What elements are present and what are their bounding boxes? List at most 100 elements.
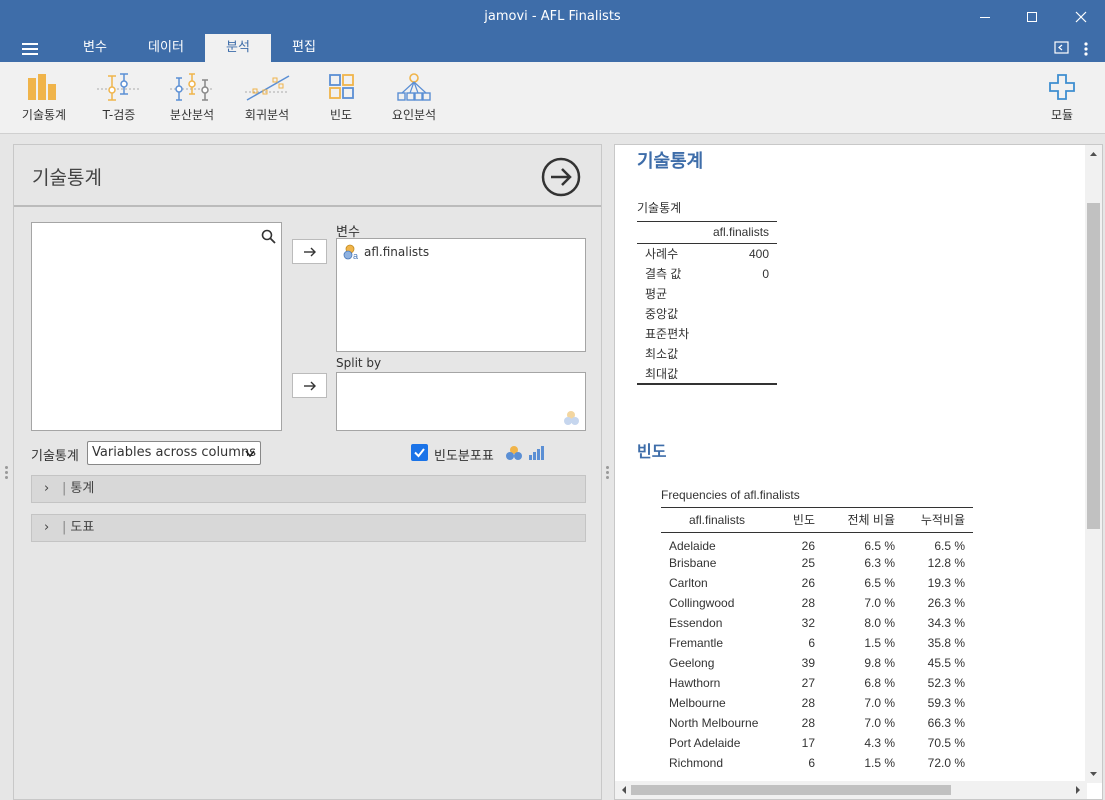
more-options-icon[interactable] <box>1083 41 1089 60</box>
value-cell: 4.3 % <box>864 736 895 750</box>
horizontal-scrollbar[interactable] <box>615 781 1087 799</box>
tab-edit[interactable]: 편집 <box>276 34 332 62</box>
table-row: 중앙값 <box>637 304 777 324</box>
ribbon-label: 기술통계 <box>21 108 67 122</box>
frequency-tables-checkbox[interactable] <box>411 444 428 461</box>
arrow-right-circle-icon <box>541 157 581 197</box>
table-row: Fremantle 6 1.5 % 35.8 % <box>661 633 973 653</box>
menu-icon[interactable] <box>22 43 38 55</box>
value-cell: 6.3 % <box>864 556 895 570</box>
ribbon-ttest[interactable]: T-검증 <box>95 72 143 123</box>
scroll-down-icon[interactable] <box>1085 768 1102 780</box>
table-row: Richmond 6 1.5 % 72.0 % <box>661 753 973 773</box>
minimize-button[interactable] <box>961 0 1009 34</box>
plots-section[interactable]: › | 도표 <box>31 514 586 542</box>
row-value <box>705 324 777 344</box>
section-label: 통계 <box>70 481 95 496</box>
team-cell: North Melbourne <box>669 716 759 730</box>
table-row: Geelong 39 9.8 % 45.5 % <box>661 653 973 673</box>
ribbon-regression[interactable]: 회귀분석 <box>241 72 293 123</box>
nominal-variable-icon <box>506 446 522 460</box>
scroll-up-icon[interactable] <box>1085 148 1102 160</box>
minimize-icon <box>980 17 990 18</box>
value-cell: 8.0 % <box>864 616 895 630</box>
frequencies-heading: 빈도 <box>637 442 667 461</box>
variables-target-list[interactable]: a afl.finalists <box>336 238 586 352</box>
splitter-handle[interactable] <box>606 466 610 481</box>
move-to-split-by-button[interactable] <box>292 373 327 398</box>
arrow-right-icon <box>303 247 316 256</box>
ribbon-frequencies[interactable]: 빈도 <box>322 72 360 123</box>
chevron-down-icon <box>245 450 255 458</box>
column-header: 빈도 <box>771 507 823 533</box>
ribbon-label: 모듈 <box>1050 108 1074 122</box>
team-cell: Geelong <box>669 656 715 670</box>
table-row: Melbourne 28 7.0 % 59.3 % <box>661 693 973 713</box>
descriptives-layout-label: 기술통계 <box>31 449 79 464</box>
table-row: Port Adelaide 17 4.3 % 70.5 % <box>661 733 973 753</box>
ribbon-factor[interactable]: 요인분석 <box>389 72 439 123</box>
close-options-button[interactable] <box>541 157 581 200</box>
team-cell: Fremantle <box>669 636 724 650</box>
ribbon-anova[interactable]: 분산분석 <box>168 72 216 123</box>
table-caption: Frequencies of afl.finalists <box>661 488 800 502</box>
value-cell: 7.0 % <box>864 696 895 710</box>
scroll-right-icon[interactable] <box>1072 781 1084 799</box>
splitter-handle-left[interactable] <box>5 466 9 481</box>
close-icon <box>1075 11 1087 23</box>
vertical-scrollbar[interactable] <box>1085 145 1102 783</box>
ribbon-descriptives[interactable]: 기술통계 <box>18 72 70 123</box>
value-cell: 9.8 % <box>864 656 895 670</box>
team-cell: Brisbane <box>669 556 717 570</box>
team-cell: Essendon <box>669 616 723 630</box>
results-mode-icon[interactable] <box>1054 41 1070 58</box>
statistics-section[interactable]: › | 통계 <box>31 475 586 503</box>
column-header: 누적비율 <box>903 507 973 533</box>
team-cell: Port Adelaide <box>669 736 741 750</box>
descriptives-layout-select[interactable]: Variables across columns <box>87 441 261 465</box>
move-to-variables-button[interactable] <box>292 239 327 264</box>
source-variable-list[interactable] <box>31 222 282 431</box>
horizontal-scroll-thumb[interactable] <box>631 785 951 795</box>
nominal-variable-icon: a <box>343 244 358 260</box>
value-cell: 32 <box>801 616 815 630</box>
value-cell: 26 <box>801 576 815 590</box>
vertical-scroll-thumb[interactable] <box>1087 203 1100 529</box>
analysis-ribbon: 기술통계 T-검증 분산분석 회귀분석 빈도 요인분석 모듈 <box>0 62 1105 134</box>
split-by-target-list[interactable] <box>336 372 586 431</box>
team-cell: Richmond <box>669 756 724 770</box>
value-cell: 6.5 % <box>864 539 895 553</box>
team-cell: Hawthorn <box>669 676 721 690</box>
maximize-button[interactable] <box>1008 0 1056 34</box>
table-row: Essendon 32 8.0 % 34.3 % <box>661 613 973 633</box>
table-row: 결측 값 0 <box>637 264 777 284</box>
tab-analyses[interactable]: 분석 <box>205 34 271 62</box>
ribbon-modules[interactable]: 모듈 <box>1043 72 1081 123</box>
options-panel: 기술통계 변수 a afl.finalists Split by 기술통계 Va… <box>13 144 602 800</box>
row-label: 중앙값 <box>645 307 679 321</box>
factor-icon <box>397 73 431 101</box>
table-row: Brisbane 25 6.3 % 12.8 % <box>661 553 973 573</box>
value-cell: 6 <box>808 636 815 650</box>
tab-data[interactable]: 데이터 <box>134 34 198 62</box>
table-row: Adelaide 26 6.5 % 6.5 % <box>661 533 973 553</box>
close-button[interactable] <box>1057 0 1105 34</box>
row-label: 표준편차 <box>645 327 690 341</box>
regression-icon <box>245 75 290 101</box>
list-item[interactable]: a afl.finalists <box>343 244 429 260</box>
search-icon[interactable] <box>261 229 276 244</box>
row-value <box>705 284 777 304</box>
value-cell: 1.5 % <box>864 636 895 650</box>
value-cell: 6.5 % <box>934 539 965 553</box>
scroll-left-icon[interactable] <box>618 781 630 799</box>
tab-variables[interactable]: 변수 <box>68 34 122 62</box>
descriptives-heading: 기술통계 <box>637 151 704 172</box>
table-row: Hawthorn 27 6.8 % 52.3 % <box>661 673 973 693</box>
ttest-icon <box>97 73 141 101</box>
value-cell: 28 <box>801 716 815 730</box>
chevron-right-icon: › <box>44 520 50 535</box>
tab-bar: 변수 데이터 분석 편집 <box>0 34 1105 62</box>
results-panel: 기술통계 기술통계 afl.finalists 사례수 400 결측 값 0 평균 중앙값… <box>614 144 1103 800</box>
checkmark-icon <box>414 448 425 458</box>
split-by-label: Split by <box>336 356 382 370</box>
